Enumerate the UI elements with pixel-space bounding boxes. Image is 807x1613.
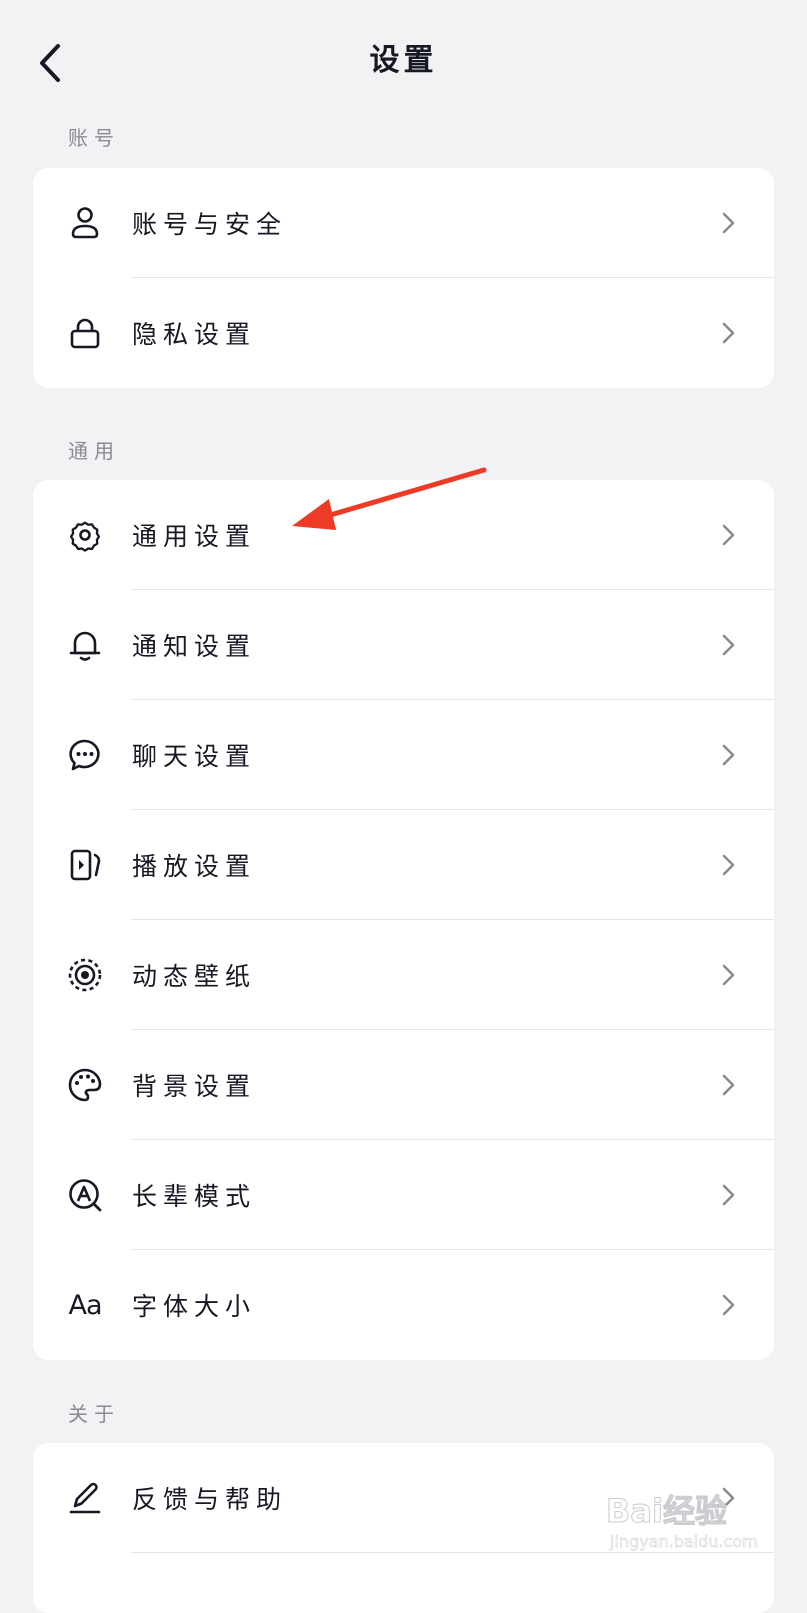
section-label-about: 关于 — [68, 1402, 120, 1426]
bell-icon — [67, 627, 103, 663]
user-icon — [67, 205, 103, 241]
menu-item-notification-settings[interactable]: 通知设置 — [33, 590, 774, 700]
menu-item-label: 聊天设置 — [132, 742, 257, 771]
menu-item-background-settings[interactable]: 背景设置 — [33, 1030, 774, 1140]
edit-icon — [67, 1480, 103, 1516]
chat-bubble-icon — [67, 737, 103, 773]
chevron-right-icon — [722, 1184, 735, 1206]
chevron-right-icon — [722, 524, 735, 546]
chevron-right-icon — [722, 964, 735, 986]
menu-item-label: 背景设置 — [132, 1072, 257, 1101]
menu-item-label: 动态壁纸 — [132, 962, 257, 991]
chevron-right-icon — [722, 744, 735, 766]
palette-icon — [67, 1067, 103, 1103]
watermark-logo: Bai经验 — [606, 1492, 728, 1531]
chevron-right-icon — [722, 212, 735, 234]
menu-item-label: 账号与安全 — [132, 210, 288, 239]
menu-item-label: 通用设置 — [132, 522, 257, 551]
menu-item-privacy[interactable]: 隐私设置 — [33, 278, 774, 388]
lock-icon — [67, 315, 103, 351]
menu-item-general-settings[interactable]: 通用设置 — [33, 480, 774, 590]
general-card: 通用设置 通知设置 聊天设置 播放设置 动态壁纸 背景设置 长辈模式 Aa 字体… — [33, 480, 774, 1360]
gear-icon — [67, 517, 103, 553]
menu-item-label: 字体大小 — [132, 1292, 257, 1321]
chevron-right-icon — [722, 854, 735, 876]
chevron-right-icon — [722, 1074, 735, 1096]
wallpaper-icon — [67, 957, 103, 993]
menu-item-label: 播放设置 — [132, 852, 257, 881]
section-label-account: 账号 — [68, 126, 120, 150]
menu-item-elder-mode[interactable]: 长辈模式 — [33, 1140, 774, 1250]
menu-item-label: 反馈与帮助 — [132, 1485, 288, 1514]
menu-item-account-security[interactable]: 账号与安全 — [33, 168, 774, 278]
chevron-right-icon — [722, 322, 735, 344]
chevron-right-icon — [722, 634, 735, 656]
menu-item-playback-settings[interactable]: 播放设置 — [33, 810, 774, 920]
menu-item-chat-settings[interactable]: 聊天设置 — [33, 700, 774, 810]
font-size-icon: Aa — [68, 1289, 102, 1321]
elder-mode-icon — [67, 1177, 103, 1213]
page-title: 设置 — [369, 43, 438, 78]
watermark-url: jingyan.baidu.com — [610, 1532, 758, 1552]
header-bar: 设置 — [0, 0, 807, 120]
menu-item-label: 隐私设置 — [132, 320, 257, 349]
menu-item-label: 长辈模式 — [132, 1182, 257, 1211]
menu-item-label: 通知设置 — [132, 632, 257, 661]
chevron-right-icon — [722, 1294, 735, 1316]
menu-item-font-size[interactable]: Aa 字体大小 — [33, 1250, 774, 1360]
menu-item-live-wallpaper[interactable]: 动态壁纸 — [33, 920, 774, 1030]
watermark: Bai经验 jingyan.baidu.com — [606, 1480, 776, 1560]
account-card: 账号与安全 隐私设置 — [33, 168, 774, 388]
play-icon — [67, 847, 103, 883]
section-label-general: 通用 — [68, 439, 120, 463]
